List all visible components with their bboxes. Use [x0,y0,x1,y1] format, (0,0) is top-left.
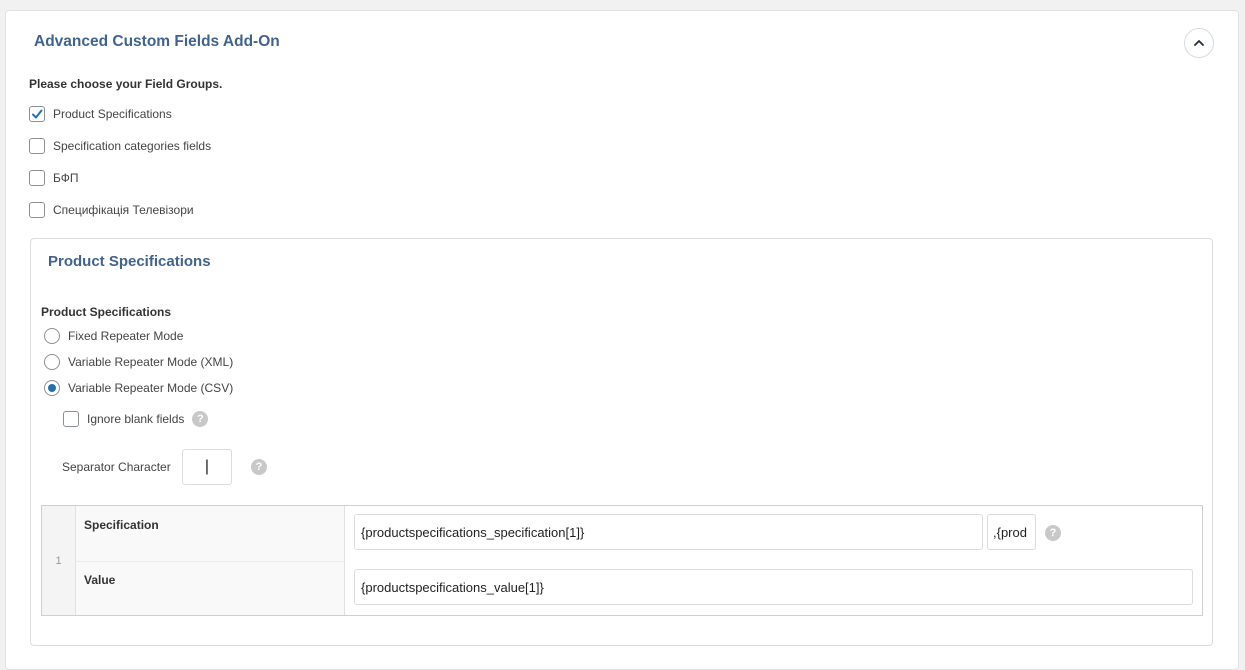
field-group-specification-categories[interactable]: Specification categories fields [29,138,211,154]
checkbox-checked[interactable] [29,106,45,122]
repeater-labels: Specification Value [76,506,345,615]
field-group-bfp[interactable]: БФП [29,170,79,186]
value-input[interactable]: {productspecifications_value[1]} [354,569,1193,605]
group-title: Product Specifications [48,253,211,270]
product-specifications-group: Product Specifications Product Specifica… [30,238,1213,646]
separator-row: Separator Character | ? [62,449,267,485]
ignore-blank-label: Ignore blank fields [87,412,185,426]
help-icon[interactable]: ? [192,411,209,427]
field-group-product-specifications[interactable]: Product Specifications [29,106,172,122]
repeater-table: 1 Specification Value {productspecificat… [41,505,1203,616]
help-icon[interactable]: ? [251,459,267,475]
radio-button[interactable] [44,354,60,370]
mode-fixed-repeater[interactable]: Fixed Repeater Mode [44,328,183,344]
separator-label: Separator Character [62,460,171,474]
specification-extra-input[interactable]: ,{prod [987,514,1036,550]
specification-label: Specification [84,518,159,532]
mode-label: Fixed Repeater Mode [68,329,184,343]
chevron-up-icon [1194,40,1204,46]
acf-addon-panel: Advanced Custom Fields Add-On Please cho… [5,10,1239,670]
separator-input[interactable]: | [182,449,232,485]
check-icon [32,109,43,119]
field-groups-prompt: Please choose your Field Groups. [29,77,223,91]
mode-variable-csv[interactable]: Variable Repeater Mode (CSV) [44,380,233,396]
specification-input[interactable]: {productspecifications_specification[1]} [354,514,983,550]
field-group-tv-specifications[interactable]: Специфікація Телевізори [29,202,194,218]
mode-variable-xml[interactable]: Variable Repeater Mode (XML) [44,354,233,370]
field-group-label: БФП [53,171,79,185]
radio-dot [48,384,56,392]
checkbox[interactable] [29,202,45,218]
mode-label: Variable Repeater Mode (XML) [68,355,234,369]
checkbox[interactable] [29,170,45,186]
checkbox[interactable] [63,411,79,427]
ignore-blank-fields[interactable]: Ignore blank fields ? [63,411,209,427]
field-group-label: Специфікація Телевізори [53,203,194,217]
radio-button[interactable] [44,328,60,344]
mode-label: Variable Repeater Mode (CSV) [68,381,234,395]
checkbox[interactable] [29,138,45,154]
collapse-button[interactable] [1184,28,1214,58]
value-label: Value [84,573,116,587]
field-group-label: Product Specifications [53,107,172,121]
field-group-label: Specification categories fields [53,139,212,153]
field-label: Product Specifications [41,305,172,319]
repeater-row-index: 1 [42,506,76,615]
panel-title: Advanced Custom Fields Add-On [34,33,280,50]
row-divider [76,561,345,562]
help-icon[interactable]: ? [1045,525,1061,541]
radio-button-selected[interactable] [44,380,60,396]
